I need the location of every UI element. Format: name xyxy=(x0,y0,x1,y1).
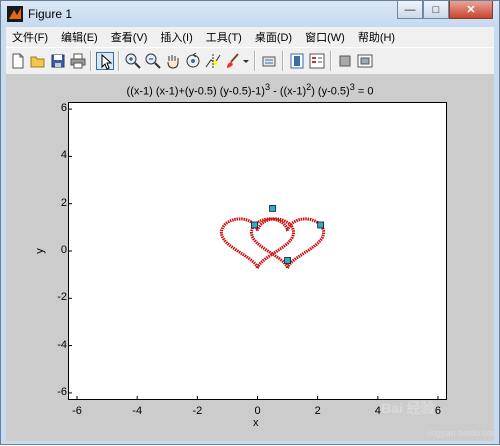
watermark-text: Bai 经验 xyxy=(381,400,435,416)
y-tick-label: 2 xyxy=(60,196,67,209)
intersection-marker[interactable] xyxy=(269,205,276,212)
watermark-logo: Bai 经验 xyxy=(381,398,435,418)
plot-svg xyxy=(68,108,439,400)
x-tick-label: 2 xyxy=(314,405,321,417)
x-tick-label: -4 xyxy=(132,405,143,417)
y-tick-label: -2 xyxy=(57,291,67,304)
x-tick-label: -2 xyxy=(192,405,203,417)
y-tick-label: 0 xyxy=(60,244,67,256)
watermark-url: jingyan.baidu.com xyxy=(427,428,500,438)
y-tick-label: -4 xyxy=(57,338,67,351)
y-tick-label: 6 xyxy=(60,102,67,115)
y-axis-label: y xyxy=(33,248,46,254)
figure-window: Figure 1 — □ ✕ 文件(F) 编辑(E) 查看(V) 插入(I) 工… xyxy=(0,0,500,445)
x-tick-label: 0 xyxy=(254,405,261,417)
intersection-marker[interactable] xyxy=(317,221,325,229)
intersection-marker[interactable] xyxy=(284,257,291,264)
y-tick-label: 4 xyxy=(60,149,67,162)
x-axis-label: x xyxy=(253,417,259,429)
y-tick-label: -6 xyxy=(57,385,67,398)
x-tick-label: -6 xyxy=(72,405,82,417)
intersection-marker[interactable] xyxy=(251,221,258,229)
